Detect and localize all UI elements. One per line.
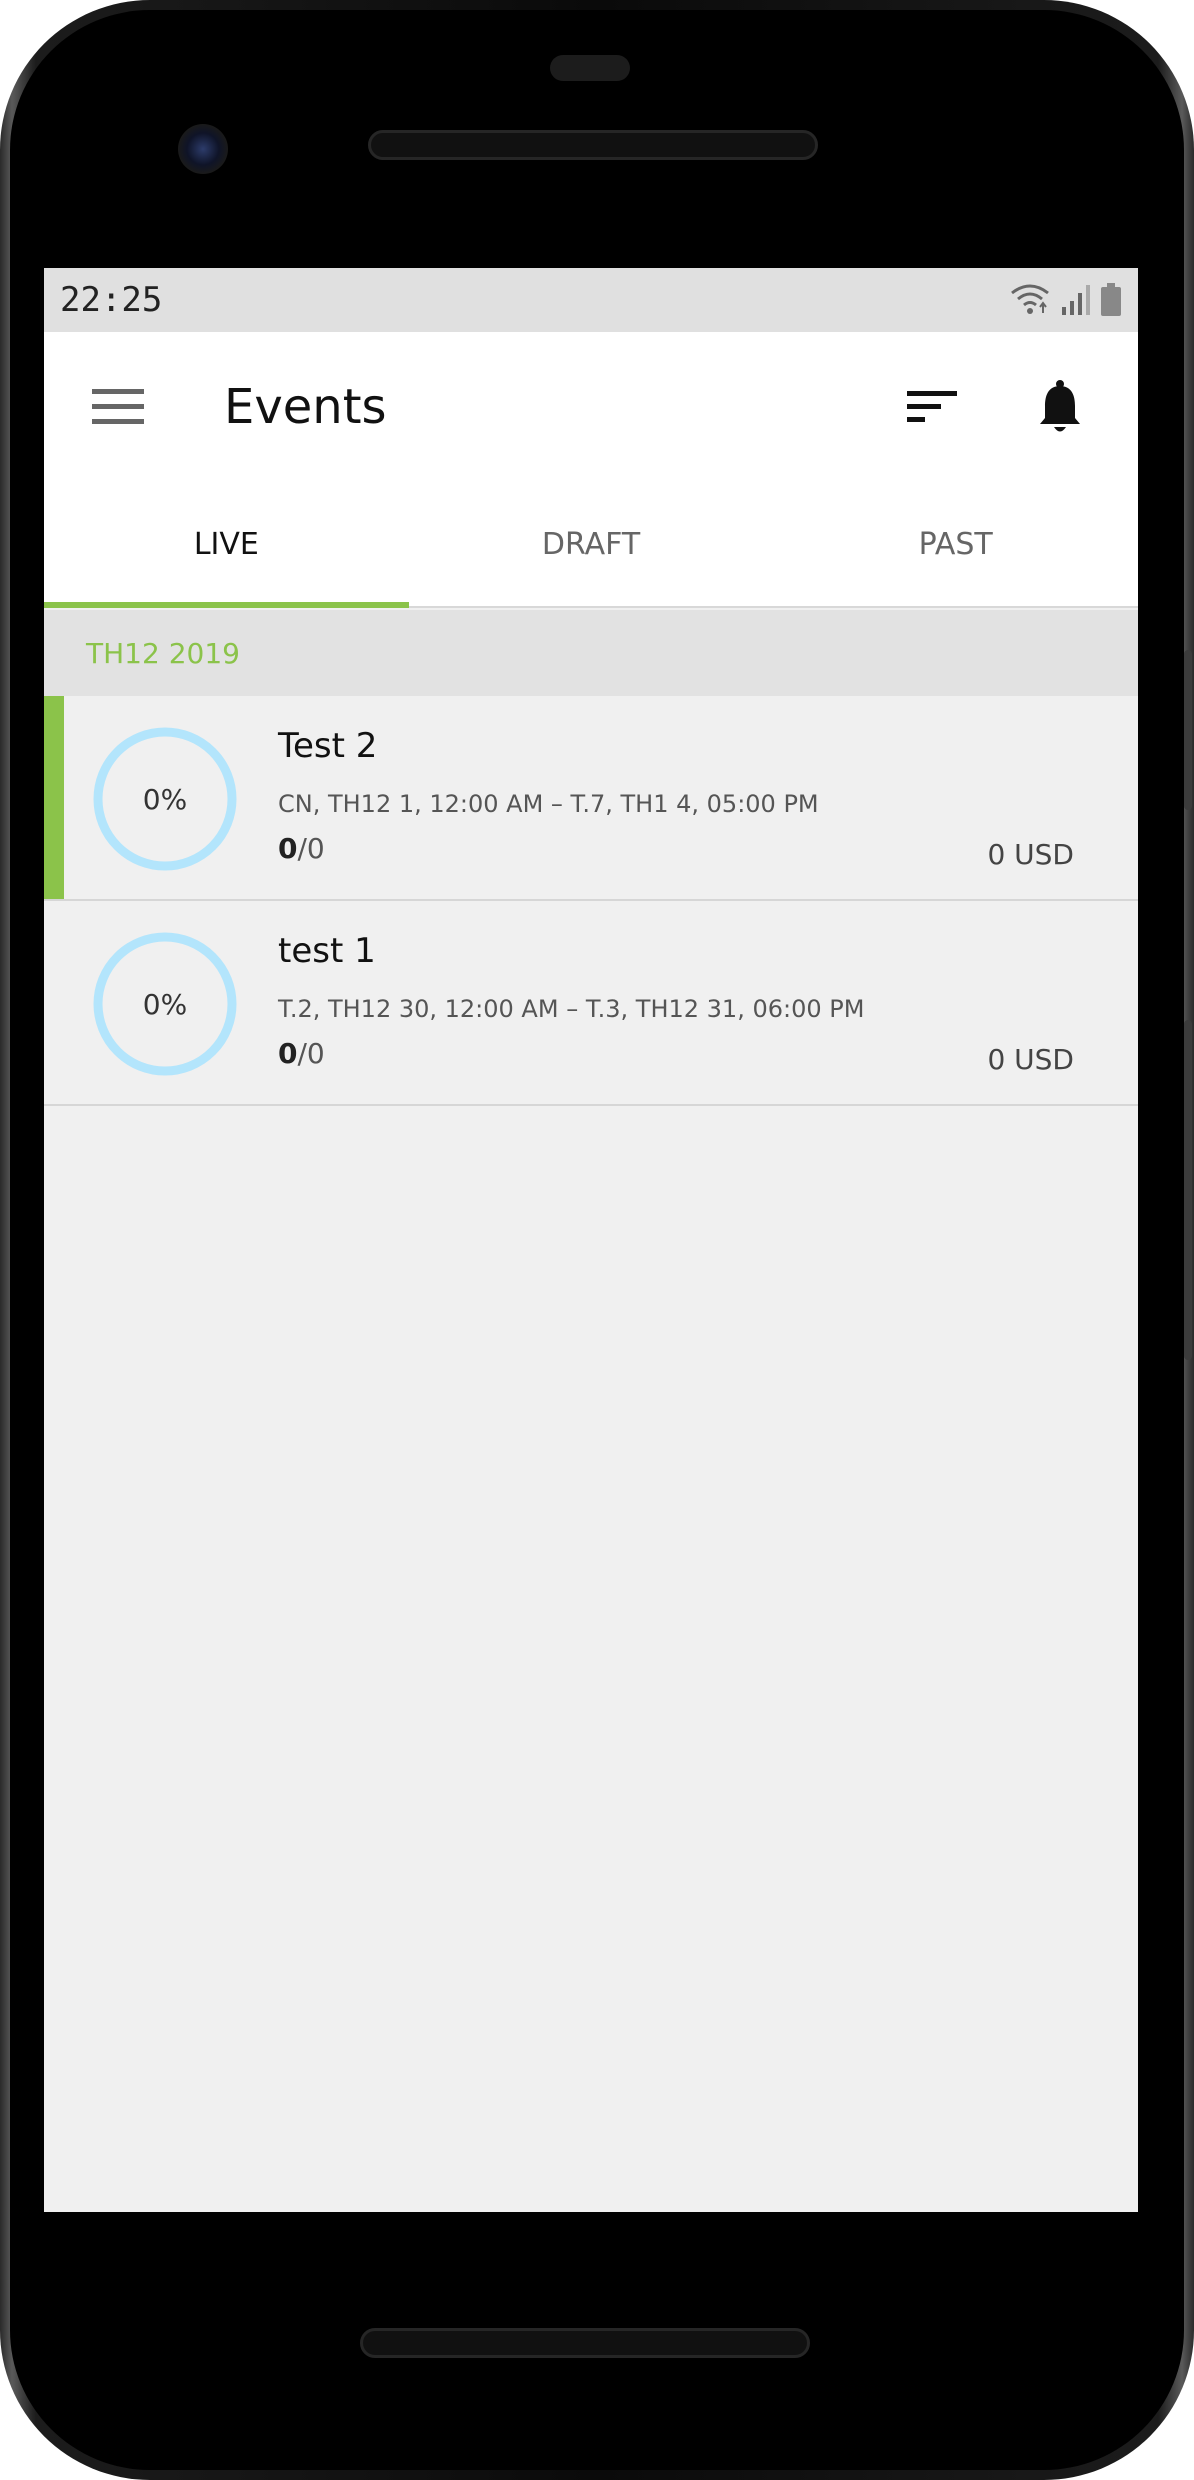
event-row[interactable]: 0% test 1 T.2, TH12 30, 12:00 AM – T.3, … <box>44 901 1138 1106</box>
menu-icon <box>92 389 144 424</box>
app-bar-actions <box>868 332 1138 482</box>
event-price: 0 USD <box>987 1043 1074 1076</box>
top-speaker-grille <box>368 130 818 160</box>
bell-icon <box>1040 380 1080 432</box>
event-name: Test 2 <box>278 726 378 766</box>
wifi-icon <box>1011 284 1049 314</box>
bottom-speaker-grille <box>360 2328 810 2358</box>
menu-button[interactable] <box>44 332 224 482</box>
front-camera <box>178 124 228 174</box>
tab-draft[interactable]: DRAFT <box>409 482 774 606</box>
signal-icon <box>1062 285 1090 315</box>
progress-percent: 0% <box>142 782 188 816</box>
earpiece <box>550 55 630 81</box>
tab-bar: LIVE DRAFT PAST <box>44 482 1138 608</box>
status-bar: 22:25 <box>44 268 1138 332</box>
event-dates: CN, TH12 1, 12:00 AM – T.7, TH1 4, 05:00… <box>278 790 819 818</box>
tickets-total: /0 <box>297 832 325 865</box>
sort-button[interactable] <box>868 332 996 482</box>
progress-percent: 0% <box>142 987 188 1021</box>
volume-button <box>1184 1020 1192 1360</box>
section-header: TH12 2019 <box>44 610 1138 696</box>
event-name: test 1 <box>278 931 376 971</box>
ticket-count: 0/0 <box>278 832 325 865</box>
status-icons <box>1010 283 1122 317</box>
sort-icon <box>907 391 957 422</box>
battery-icon <box>1101 283 1121 316</box>
tab-live[interactable]: LIVE <box>44 482 409 608</box>
app-bar: Events <box>44 332 1138 482</box>
tab-past[interactable]: PAST <box>773 482 1138 606</box>
event-price: 0 USD <box>987 838 1074 871</box>
power-button <box>1184 650 1192 810</box>
event-list: 0% Test 2 CN, TH12 1, 12:00 AM – T.7, TH… <box>44 696 1138 1106</box>
tickets-sold: 0 <box>278 1037 298 1070</box>
phone-frame: 22:25 Events LIVE DRAFT PAST TH12 2019 0… <box>0 0 1194 2480</box>
status-time: 22:25 <box>60 280 163 320</box>
event-dates: T.2, TH12 30, 12:00 AM – T.3, TH12 31, 0… <box>278 995 865 1023</box>
screen: 22:25 Events LIVE DRAFT PAST TH12 2019 0… <box>44 268 1138 2212</box>
tickets-total: /0 <box>297 1037 325 1070</box>
notifications-button[interactable] <box>996 332 1124 482</box>
page-title: Events <box>224 379 387 435</box>
ticket-count: 0/0 <box>278 1037 325 1070</box>
tickets-sold: 0 <box>278 832 298 865</box>
event-row[interactable]: 0% Test 2 CN, TH12 1, 12:00 AM – T.7, TH… <box>44 696 1138 901</box>
